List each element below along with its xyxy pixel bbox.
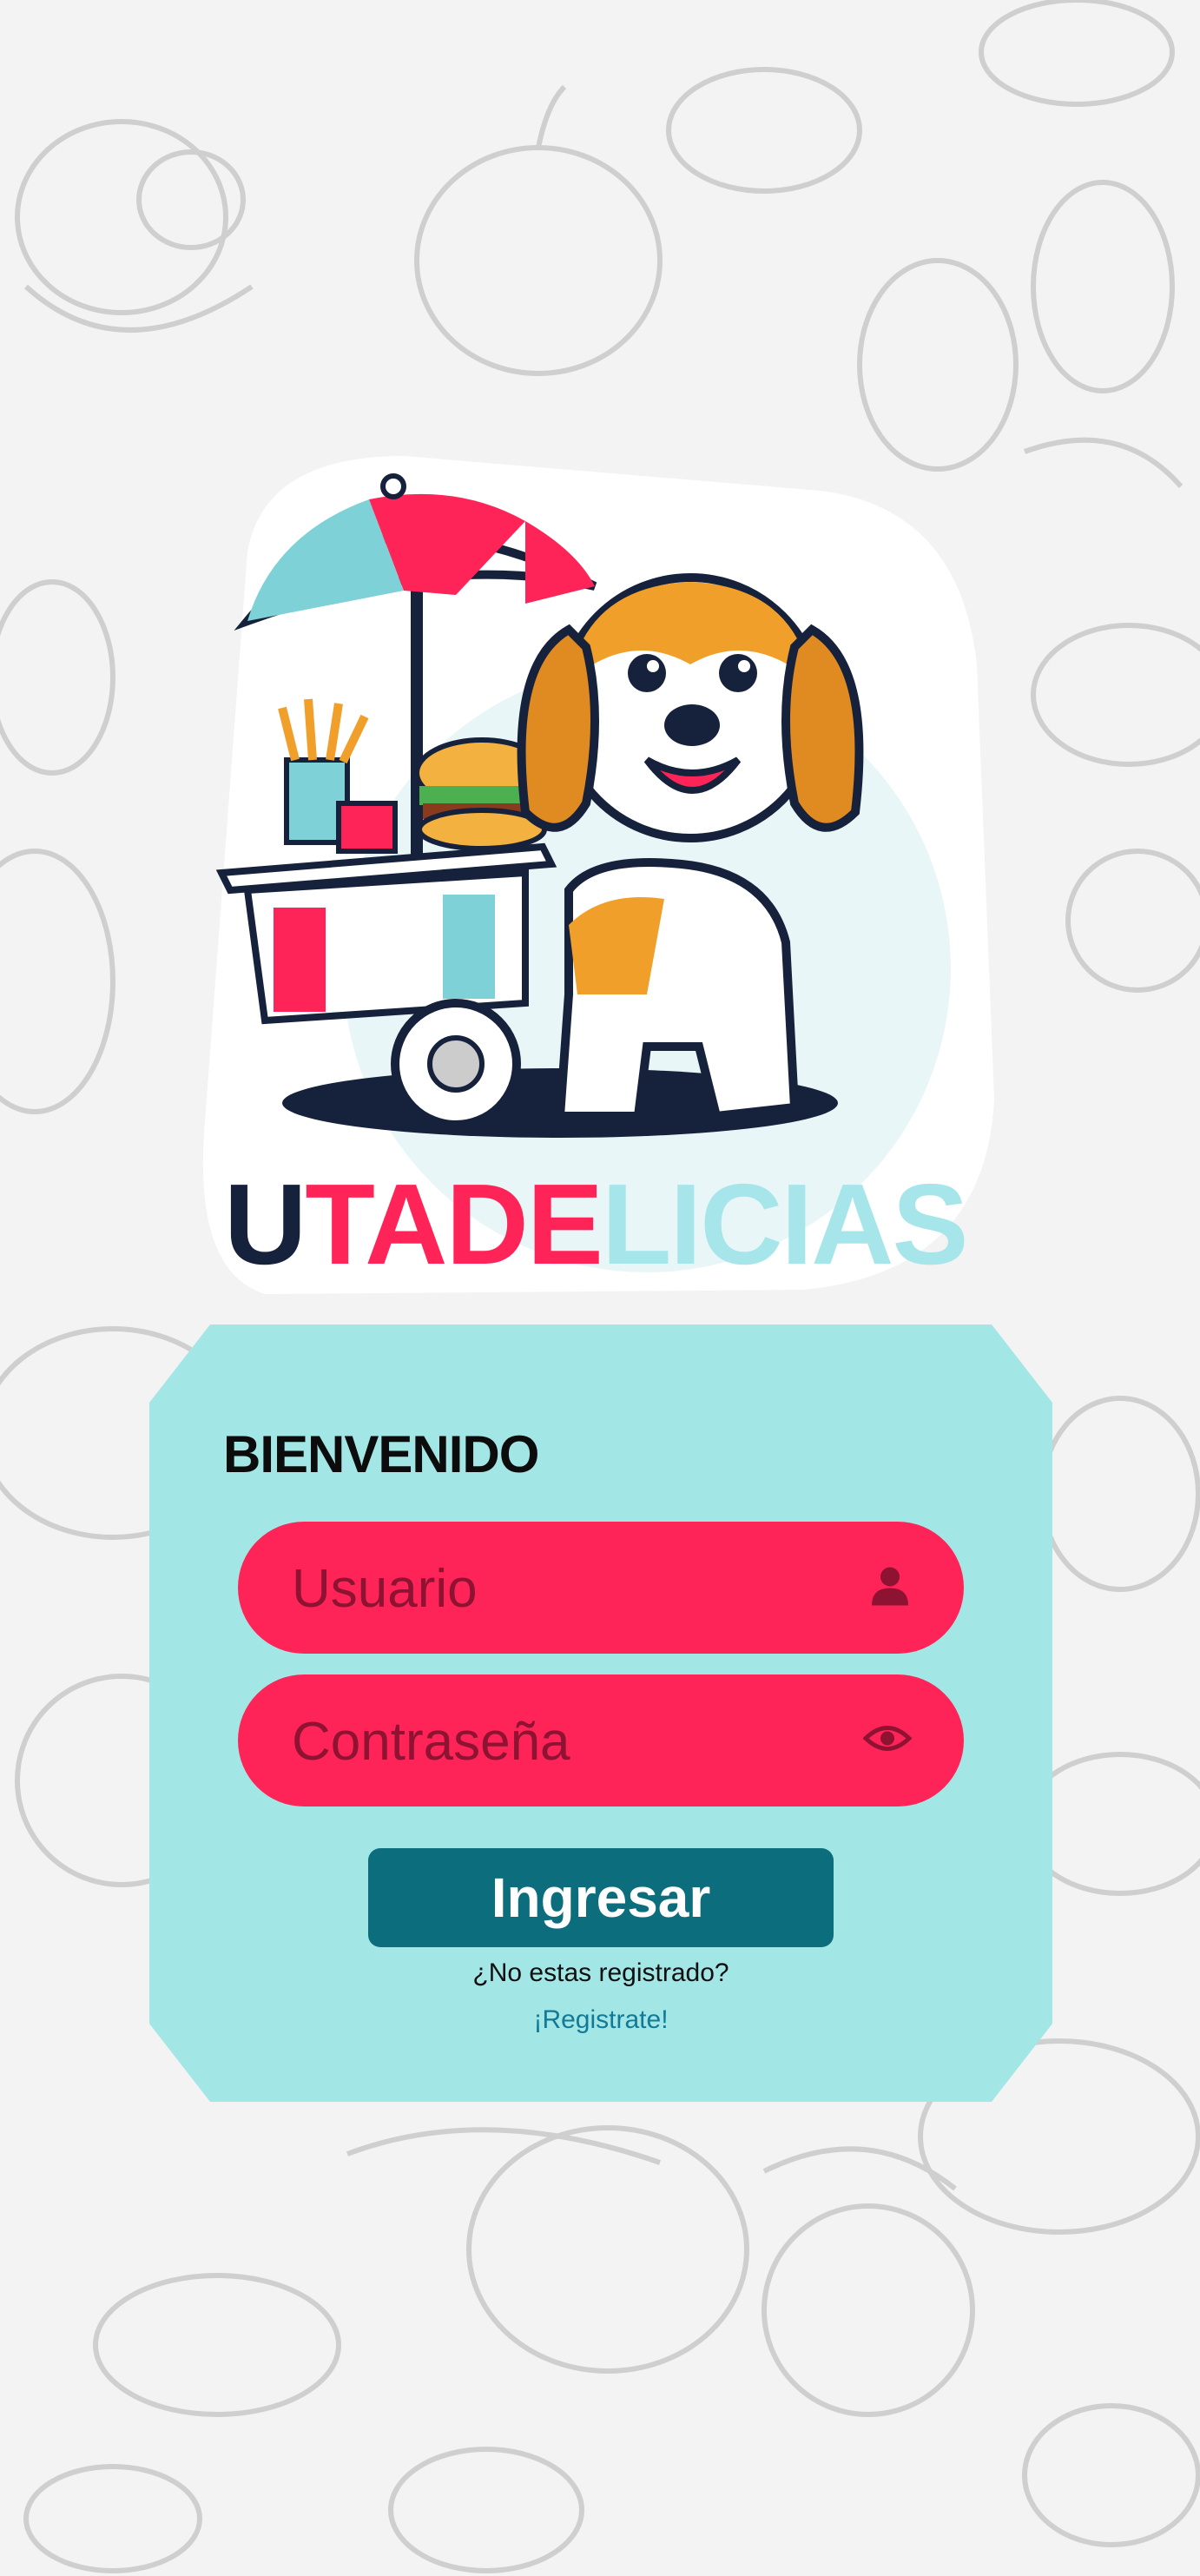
login-card: BIENVENIDO Ingresar ¿No estas registrado… (149, 1324, 1052, 2102)
eye-icon[interactable] (862, 1723, 913, 1759)
username-field[interactable] (238, 1522, 964, 1655)
password-field[interactable] (238, 1674, 964, 1808)
login-button[interactable]: Ingresar (368, 1848, 834, 1947)
user-icon (868, 1564, 912, 1612)
welcome-title: BIENVENIDO (223, 1425, 539, 1483)
username-input[interactable] (290, 1522, 849, 1655)
register-link[interactable]: ¡Registrate! (149, 2005, 1052, 2035)
brand-wordmark: UTADELICIAS (224, 1151, 988, 1298)
register-prompt: ¿No estas registrado? (472, 1958, 729, 1987)
brand-part-cyan: LICIAS (601, 1160, 969, 1288)
brand-part-dark: U (224, 1160, 307, 1288)
brand-part-red: TADE (305, 1160, 603, 1288)
password-input[interactable] (290, 1674, 849, 1808)
